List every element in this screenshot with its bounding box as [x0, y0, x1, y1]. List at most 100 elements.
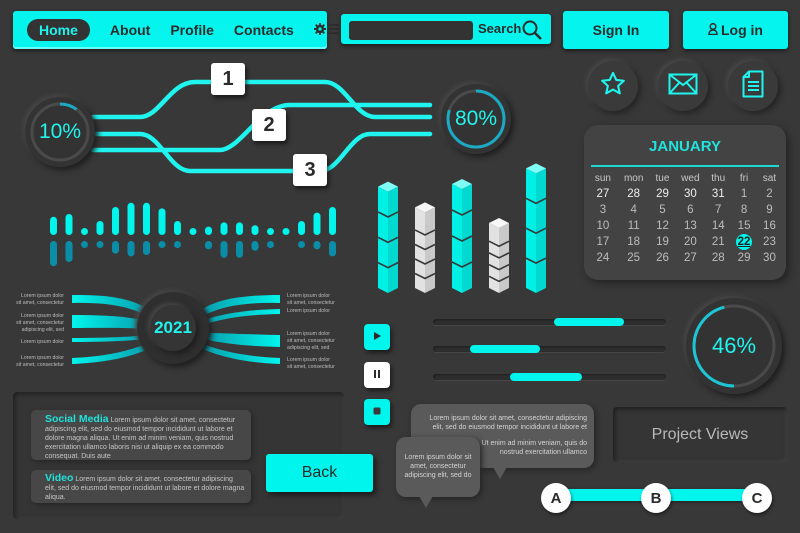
- stepper-step-c[interactable]: C: [742, 483, 772, 513]
- back-label: Back: [301, 464, 338, 481]
- step-badge-3[interactable]: 3: [293, 154, 327, 186]
- project-views-button[interactable]: Project Views: [613, 407, 787, 462]
- calendar-day[interactable]: 13: [675, 218, 707, 234]
- calendar-day[interactable]: 27: [589, 186, 617, 202]
- calendar-day[interactable]: 28: [617, 186, 651, 202]
- social-media-card[interactable]: Social Media Lorem ipsum dolor sit amet,…: [31, 410, 251, 460]
- user-icon: [708, 22, 718, 38]
- video-card[interactable]: Video Lorem ipsum dolor sit amet, consec…: [31, 470, 251, 503]
- calendar-day[interactable]: 11: [617, 218, 651, 234]
- step-badge-1[interactable]: 1: [211, 63, 245, 95]
- calendar-day[interactable]: 12: [650, 218, 674, 234]
- bubble-large-text-1: Lorem ipsum dolor sit amet, consectetur …: [429, 415, 587, 431]
- search-bar: Search: [341, 14, 551, 44]
- calendar-day[interactable]: 16: [758, 218, 781, 234]
- year-label: 2021: [154, 318, 192, 337]
- nav-item-contacts[interactable]: Contacts: [234, 22, 294, 38]
- play-button[interactable]: [364, 324, 390, 350]
- progress-ring-start: 10%: [25, 97, 95, 167]
- nav-item-home[interactable]: Home: [27, 19, 90, 41]
- calendar-day[interactable]: 6: [675, 202, 707, 218]
- search-icon[interactable]: [521, 19, 543, 46]
- range-slider-3-fill[interactable]: [509, 373, 583, 381]
- nav-item-about[interactable]: About: [110, 22, 150, 38]
- range-slider-2[interactable]: [433, 345, 666, 353]
- equalizer-bar-top: [96, 221, 104, 235]
- calendar-day[interactable]: 17: [589, 234, 617, 250]
- speech-bubble-small: Lorem ipsum dolor sit amet, consectetur …: [396, 437, 480, 508]
- sign-in-button[interactable]: Sign In: [563, 11, 669, 49]
- range-slider-3[interactable]: [433, 373, 666, 381]
- bubble-large-tail: [493, 467, 507, 479]
- weekday-sat: sat: [762, 172, 777, 184]
- weekday-tue: tue: [655, 172, 670, 184]
- equalizer-bar-bottom: [50, 241, 57, 267]
- equalizer-bar-bottom: [298, 241, 305, 248]
- timeline-left-label-2: Lorem ipsum dolor sit amet, consectetur …: [16, 313, 64, 333]
- calendar-day[interactable]: 29: [730, 250, 758, 266]
- calendar-day[interactable]: 15: [730, 218, 758, 234]
- equalizer-bar-bottom: [65, 241, 73, 262]
- calendar-day[interactable]: 7: [706, 202, 730, 218]
- equalizer-bar-top: [282, 228, 290, 235]
- equalizer-bar-top: [143, 202, 150, 235]
- document-button[interactable]: [728, 61, 778, 111]
- calendar-day[interactable]: 28: [706, 250, 730, 266]
- calendar-day[interactable]: 3: [589, 202, 617, 218]
- calendar-day[interactable]: 14: [706, 218, 730, 234]
- social-media-title: Social Media: [45, 413, 109, 425]
- calendar-day[interactable]: 4: [617, 202, 651, 218]
- calendar-day[interactable]: 8: [730, 202, 758, 218]
- log-in-button[interactable]: Log in: [683, 11, 788, 49]
- calendar-day[interactable]: 10: [589, 218, 617, 234]
- search-input[interactable]: [349, 21, 473, 40]
- calendar-day[interactable]: 27: [675, 250, 707, 266]
- calendar-day[interactable]: 26: [650, 250, 674, 266]
- calendar-day[interactable]: 18: [617, 234, 651, 250]
- calendar-day[interactable]: 21: [706, 234, 730, 250]
- stop-button[interactable]: [364, 399, 390, 425]
- gear-menu-icon[interactable]: [313, 22, 340, 39]
- calendar-day[interactable]: 30: [675, 186, 707, 202]
- equalizer-bar-bottom: [81, 241, 88, 248]
- favorite-button[interactable]: [588, 61, 638, 111]
- mail-button[interactable]: [658, 61, 708, 111]
- step-badge-2[interactable]: 2: [252, 109, 286, 141]
- calendar-day[interactable]: 25: [617, 250, 651, 266]
- equalizer-bar-top: [236, 222, 243, 235]
- equalizer-bar-bottom: [251, 241, 259, 251]
- equalizer-bar-top: [313, 212, 321, 235]
- play-icon: [372, 328, 382, 346]
- calendar-day[interactable]: 22: [730, 234, 758, 250]
- pause-button[interactable]: [364, 362, 390, 388]
- year-dial: 2021: [137, 292, 209, 364]
- timeline-left-label-4: Lorem ipsum dolor sit amet, consectetur: [16, 355, 64, 368]
- calendar-day[interactable]: 1: [730, 186, 758, 202]
- calendar-divider: [591, 165, 779, 167]
- equalizer-bar-top: [174, 221, 181, 235]
- bar-3d: [525, 163, 547, 293]
- calendar-day[interactable]: 29: [650, 186, 674, 202]
- stepper-step-b[interactable]: B: [641, 483, 671, 513]
- equalizer-bar-bottom: [205, 241, 212, 250]
- range-slider-2-fill[interactable]: [470, 345, 541, 353]
- calendar-day[interactable]: 2: [758, 186, 781, 202]
- calendar-day[interactable]: 9: [758, 202, 781, 218]
- equalizer-bar-top: [220, 222, 228, 235]
- equalizer-bar-top: [112, 207, 119, 235]
- calendar-day[interactable]: 5: [650, 202, 674, 218]
- back-button[interactable]: Back: [266, 454, 373, 492]
- calendar-day[interactable]: 24: [589, 250, 617, 266]
- range-slider-1-fill[interactable]: [554, 318, 625, 326]
- calendar-week: 10 11 12 13 14 15 16: [589, 218, 781, 234]
- calendar-day[interactable]: 20: [675, 234, 707, 250]
- stepper-step-a[interactable]: A: [541, 483, 571, 513]
- range-slider-1[interactable]: [433, 318, 666, 326]
- calendar-day[interactable]: 23: [758, 234, 781, 250]
- nav-item-profile[interactable]: Profile: [170, 22, 214, 38]
- calendar-day-selected[interactable]: 22: [736, 234, 753, 250]
- calendar-day[interactable]: 19: [650, 234, 674, 250]
- calendar-day[interactable]: 31: [706, 186, 730, 202]
- equalizer-bar-top: [50, 216, 57, 235]
- calendar-day[interactable]: 30: [758, 250, 781, 266]
